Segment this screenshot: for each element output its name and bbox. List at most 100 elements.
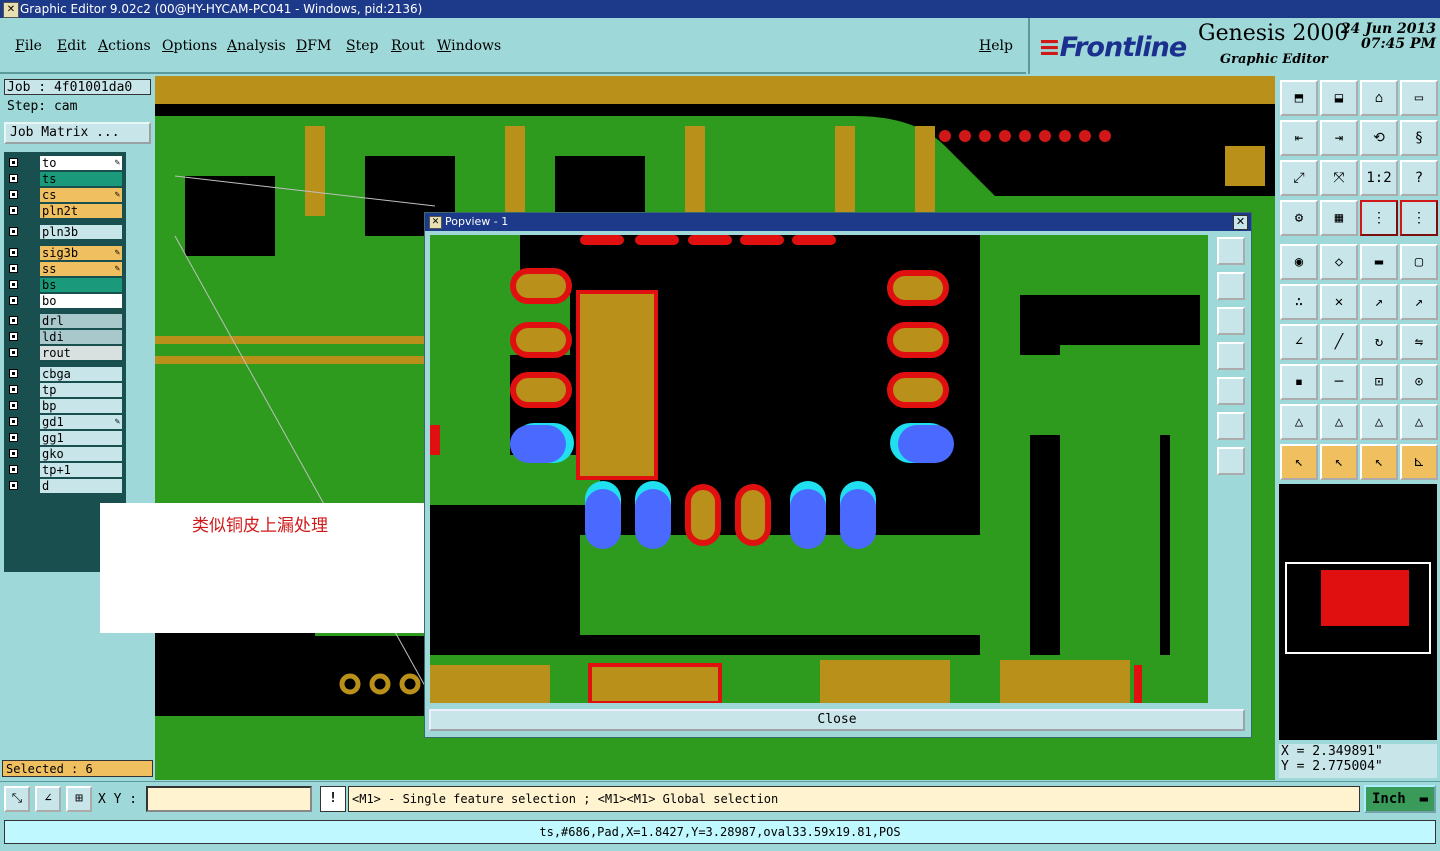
- xy-input[interactable]: [146, 786, 312, 812]
- popview-tool-3[interactable]: [1217, 307, 1245, 335]
- fit-tool-1-icon[interactable]: ⇤: [1280, 120, 1318, 156]
- menu-file[interactable]: File: [15, 38, 42, 54]
- layer-name[interactable]: pln3b: [40, 224, 122, 239]
- layer-checkbox[interactable]: [9, 401, 18, 411]
- layer-checkbox[interactable]: [9, 279, 18, 289]
- layer-name[interactable]: pln2t: [40, 204, 122, 218]
- popview-tool-5[interactable]: [1217, 377, 1245, 405]
- popview-tool-6[interactable]: [1217, 412, 1245, 440]
- layer-checkbox[interactable]: [9, 385, 18, 395]
- undo-tool-2-icon[interactable]: ⤧: [1320, 160, 1358, 196]
- move-tool-4-icon[interactable]: ↗: [1400, 284, 1438, 320]
- menu-help[interactable]: Help: [979, 38, 1013, 54]
- layer-name[interactable]: tp: [40, 383, 122, 398]
- menu-edit[interactable]: Edit: [57, 38, 86, 54]
- layer-checkbox[interactable]: [9, 465, 18, 475]
- undo-tool-1-icon[interactable]: ⤢: [1280, 160, 1318, 196]
- draw-tool-4-icon[interactable]: ⋮: [1400, 200, 1438, 236]
- layer-checkbox[interactable]: [9, 481, 18, 491]
- layer-name[interactable]: sig3b ✎: [40, 245, 122, 260]
- zoom-area-icon[interactable]: ⤡: [4, 786, 30, 812]
- move-tool-1-icon[interactable]: ∴: [1280, 284, 1318, 320]
- layer-name[interactable]: gd1 ✎: [40, 415, 122, 430]
- layer-row-tp[interactable]: tp: [4, 383, 126, 398]
- layer-row-pln2t[interactable]: pln2t: [4, 204, 126, 218]
- job-matrix-button[interactable]: Job Matrix ...: [4, 122, 151, 144]
- pad-tool-3-icon[interactable]: ⊡: [1360, 364, 1398, 400]
- menu-step[interactable]: Step: [346, 38, 378, 54]
- layer-name[interactable]: to ✎: [40, 156, 122, 170]
- layer-checkbox[interactable]: [9, 263, 18, 273]
- layer-checkbox[interactable]: [9, 316, 18, 326]
- layer-name[interactable]: cbga: [40, 367, 122, 382]
- layer-checkbox[interactable]: [9, 449, 18, 459]
- menu-windows[interactable]: Windows: [437, 38, 501, 54]
- layer-name[interactable]: d: [40, 479, 122, 494]
- select-tool-3-icon[interactable]: ▬: [1360, 244, 1398, 280]
- popview-titlebar[interactable]: ✕ Popview - 1 ✕: [425, 213, 1251, 231]
- layer-checkbox[interactable]: [9, 190, 18, 199]
- layer-checkbox[interactable]: [9, 417, 18, 427]
- layer-name[interactable]: rout: [40, 346, 122, 361]
- move-tool-3-icon[interactable]: ↗: [1360, 284, 1398, 320]
- layer-name[interactable]: drl: [40, 314, 122, 329]
- triangle-tool-2-icon[interactable]: △: [1320, 404, 1358, 440]
- layer-row-pln3b[interactable]: pln3b: [4, 224, 126, 239]
- layer-name[interactable]: ldi: [40, 330, 122, 345]
- layer-name[interactable]: ss ✎: [40, 261, 122, 276]
- home-tool-1-icon[interactable]: ⬒: [1280, 80, 1318, 116]
- fit-tool-2-icon[interactable]: ⇥: [1320, 120, 1358, 156]
- layer-checkbox[interactable]: [9, 247, 18, 257]
- layer-checkbox[interactable]: [9, 226, 18, 236]
- draw-tool-1-icon[interactable]: ⚙: [1280, 200, 1318, 236]
- menu-options[interactable]: Options: [162, 38, 217, 54]
- select-tool-2-icon[interactable]: ◇: [1320, 244, 1358, 280]
- layer-checkbox[interactable]: [9, 348, 18, 358]
- snap-tool-3-icon[interactable]: ↻: [1360, 324, 1398, 360]
- undo-tool-3-icon[interactable]: 1:2: [1360, 160, 1398, 196]
- layer-name[interactable]: bo: [40, 293, 122, 308]
- snap-tool-4-icon[interactable]: ⇋: [1400, 324, 1438, 360]
- units-button[interactable]: Inch ▬: [1364, 785, 1436, 813]
- layer-checkbox[interactable]: [9, 369, 18, 379]
- select-tool-4-icon[interactable]: ▢: [1400, 244, 1438, 280]
- triangle-tool-4-icon[interactable]: △: [1400, 404, 1438, 440]
- select-tool-1-icon[interactable]: ◉: [1280, 244, 1318, 280]
- layer-row-sig3b[interactable]: sig3b ✎: [4, 245, 126, 260]
- layer-row-ldi[interactable]: ldi: [4, 330, 126, 345]
- layer-row-ss[interactable]: ss ✎: [4, 261, 126, 276]
- menu-actions[interactable]: Actions: [98, 38, 151, 54]
- layer-checkbox[interactable]: [9, 332, 18, 342]
- pad-tool-4-icon[interactable]: ⊙: [1400, 364, 1438, 400]
- fit-tool-3-icon[interactable]: ⟲: [1360, 120, 1398, 156]
- layer-row-gd1[interactable]: gd1 ✎: [4, 415, 126, 430]
- triangle-tool-1-icon[interactable]: △: [1280, 404, 1318, 440]
- layer-name[interactable]: bp: [40, 399, 122, 414]
- layer-row-d[interactable]: d: [4, 479, 126, 494]
- pointer-tool-3-icon[interactable]: ↖: [1360, 444, 1398, 480]
- layer-row-bs[interactable]: bs: [4, 277, 126, 292]
- layer-name[interactable]: cs ✎: [40, 188, 122, 202]
- layer-checkbox[interactable]: [9, 295, 18, 305]
- layer-checkbox[interactable]: [9, 174, 18, 183]
- layer-row-to[interactable]: to ✎: [4, 156, 126, 170]
- layer-row-ts[interactable]: ts: [4, 172, 126, 186]
- layer-row-rout[interactable]: rout: [4, 346, 126, 361]
- layer-checkbox[interactable]: [9, 206, 18, 215]
- triangle-tool-3-icon[interactable]: △: [1360, 404, 1398, 440]
- layer-row-cs[interactable]: cs ✎: [4, 188, 126, 202]
- layer-name[interactable]: tp+1: [40, 463, 122, 478]
- popview-tool-2[interactable]: [1217, 272, 1245, 300]
- pointer-tool-2-icon[interactable]: ↖: [1320, 444, 1358, 480]
- layer-row-tp1[interactable]: tp+1: [4, 463, 126, 478]
- layer-name[interactable]: ts: [40, 172, 122, 186]
- popview-close-icon[interactable]: ✕: [1233, 215, 1248, 230]
- pointer-tool-1-icon[interactable]: ↖: [1280, 444, 1318, 480]
- draw-tool-2-icon[interactable]: ▦: [1320, 200, 1358, 236]
- alert-icon[interactable]: !: [320, 786, 346, 812]
- popview-close-button[interactable]: Close: [429, 709, 1245, 731]
- pad-tool-2-icon[interactable]: ─: [1320, 364, 1358, 400]
- layer-name[interactable]: gko: [40, 447, 122, 462]
- measure-icon[interactable]: ∠: [35, 786, 61, 812]
- move-tool-2-icon[interactable]: ✕: [1320, 284, 1358, 320]
